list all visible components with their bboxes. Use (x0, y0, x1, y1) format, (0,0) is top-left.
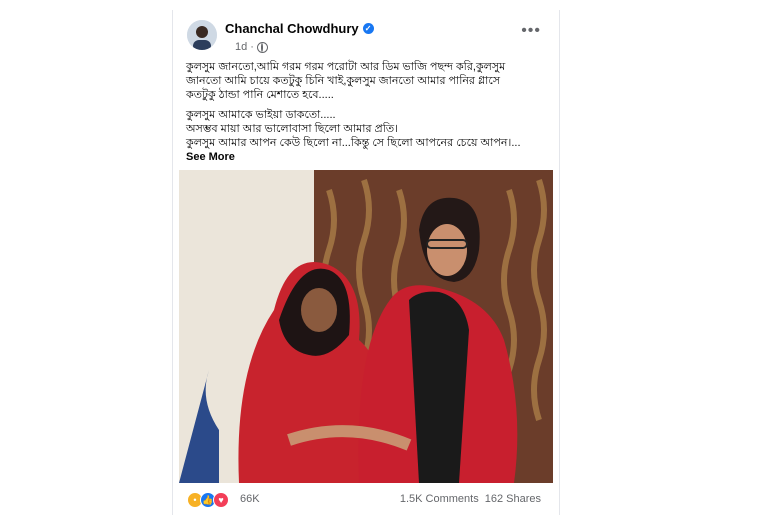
meta-separator: · (250, 41, 254, 53)
post-footer: • 👍 ♥ 66K 1.5K Comments 162 Shares (187, 490, 547, 510)
reactions[interactable]: • 👍 ♥ (187, 492, 229, 508)
post-card: Chanchal Chowdhury ✓ 1d · ••• কুলসুম জান… (172, 10, 560, 515)
author-avatar[interactable] (187, 20, 217, 50)
author-name-text[interactable]: Chanchal Chowdhury (225, 21, 359, 36)
globe-icon (256, 41, 268, 53)
post-time[interactable]: 1d (235, 41, 247, 53)
see-more-link[interactable]: See More (186, 151, 235, 163)
shares-count[interactable]: 162 Shares (485, 493, 541, 505)
more-options-icon[interactable]: ••• (521, 22, 541, 40)
post-photo[interactable] (179, 170, 553, 483)
engagement-stats: 1.5K Comments 162 Shares (400, 493, 541, 505)
post-paragraph-1: কুলসুম জানতো,আমি গরম গরম পরোটা আর ডিম ভা… (186, 61, 506, 101)
post-paragraph-2: কুলসুম আমাকে ভাইয়া ডাকতো..... (186, 109, 336, 121)
comments-count[interactable]: 1.5K Comments (400, 493, 479, 505)
verified-badge-icon: ✓ (362, 23, 374, 34)
post-paragraph-4: কুলসুম আমার আপন কেউ ছিলো না...কিন্তু সে … (186, 136, 531, 164)
post-paragraph-3: অসম্ভব মায়া আর ভালোবাসা ছিলো আমার প্রতি… (186, 123, 399, 135)
post-paragraph-4-text: কুলসুম আমার আপন কেউ ছিলো না...কিন্তু সে … (186, 137, 521, 149)
post-text: কুলসুম জানতো,আমি গরম গরম পরোটা আর ডিম ভা… (186, 60, 531, 164)
post-header: Chanchal Chowdhury ✓ 1d · ••• (187, 18, 547, 58)
author-name[interactable]: Chanchal Chowdhury ✓ (225, 21, 374, 36)
reaction-count[interactable]: 66K (240, 493, 260, 505)
love-reaction-icon: ♥ (213, 492, 229, 508)
post-meta: 1d · (235, 41, 268, 53)
